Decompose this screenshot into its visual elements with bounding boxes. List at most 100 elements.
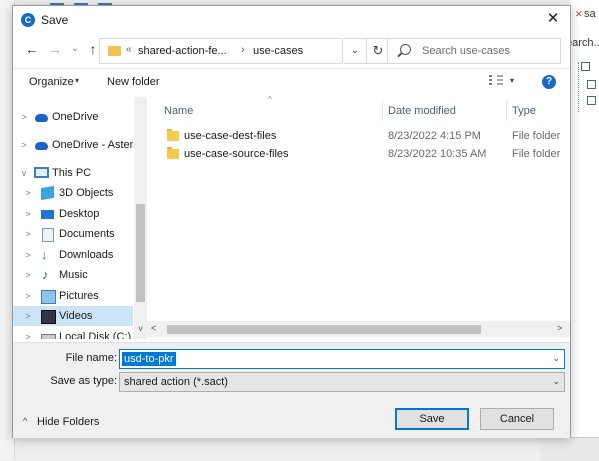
expand-chevron-icon[interactable]: > — [23, 245, 33, 265]
sidebar-item-label: Music — [59, 269, 88, 281]
forward-arrow-icon[interactable]: → — [46, 40, 64, 58]
view-options-icon[interactable] — [489, 75, 503, 87]
sidebar-item-videos[interactable]: > Videos — [13, 306, 133, 326]
chevron-up-icon: ^ — [23, 416, 28, 426]
expand-chevron-icon[interactable]: > — [19, 107, 29, 127]
cloud-icon — [35, 142, 48, 150]
sidebar-item-music[interactable]: > ♪ Music — [13, 265, 133, 285]
sidebar-item-label: Videos — [59, 310, 93, 322]
organize-button[interactable]: Organize — [29, 76, 74, 88]
expand-chevron-icon[interactable]: > — [23, 265, 33, 285]
search-box[interactable]: Search use-cases — [387, 38, 561, 64]
scroll-left-arrow-icon[interactable]: < — [151, 323, 156, 333]
sidebar-item-label: Downloads — [59, 249, 114, 261]
file-name-field[interactable]: usd-to-pkr ⌄ — [119, 349, 565, 369]
hide-folders-label: Hide Folders — [37, 416, 100, 428]
expand-chevron-icon[interactable]: > — [23, 204, 33, 224]
column-header-date[interactable]: Date modified — [388, 105, 456, 117]
download-arrow-icon: ↓ — [41, 247, 48, 262]
scroll-right-arrow-icon[interactable]: > — [557, 323, 562, 333]
navigation-scrollbar[interactable] — [134, 97, 147, 339]
back-arrow-icon[interactable]: ← — [23, 40, 41, 58]
title-bar: C Save ✕ — [13, 6, 570, 34]
new-folder-button[interactable]: New folder — [107, 76, 160, 88]
column-header-type[interactable]: Type — [512, 105, 536, 117]
scrollbar-thumb[interactable] — [136, 204, 145, 302]
folder-icon — [167, 147, 179, 159]
background-close-icon: ✕ — [575, 9, 583, 19]
save-button[interactable]: Save — [395, 408, 469, 430]
save-form: File name: usd-to-pkr ⌄ Save as type: sh… — [13, 342, 570, 438]
sidebar-item-documents[interactable]: > Documents — [13, 224, 133, 244]
background-tree — [578, 62, 597, 112]
video-icon — [41, 310, 56, 324]
expand-chevron-icon[interactable]: > — [23, 183, 33, 203]
file-name[interactable]: use-case-source-files — [184, 145, 289, 163]
file-name-label: File name: — [65, 352, 117, 364]
sidebar-item-onedrive-astera[interactable]: > OneDrive - Astera — [13, 135, 139, 155]
pictures-icon — [41, 290, 56, 304]
scroll-down-arrow-icon[interactable]: v — [134, 321, 147, 337]
address-bar[interactable]: « shared-action-fe... › use-cases — [99, 38, 343, 64]
column-header-name[interactable]: Name — [164, 105, 193, 117]
background-panel — [540, 437, 599, 461]
sidebar-item-local-disk[interactable]: > Local Disk (C:) — [13, 327, 133, 339]
file-date: 8/23/2022 10:35 AM — [388, 148, 487, 160]
recent-locations-chevron-icon[interactable]: ⌄ — [66, 40, 84, 58]
expand-chevron-icon[interactable]: > — [23, 327, 33, 339]
file-date: 8/23/2022 4:15 PM — [388, 130, 481, 142]
cube-icon — [41, 185, 54, 201]
sidebar-item-label: Documents — [59, 228, 115, 240]
sidebar-item-pictures[interactable]: > Pictures — [13, 286, 133, 306]
file-list: ^ Name Date modified Type use-case-dest-… — [154, 95, 570, 337]
overflow-chevron-icon[interactable]: « — [126, 44, 132, 55]
sidebar-item-label: Local Disk (C:) — [59, 331, 132, 339]
breadcrumb-segment[interactable]: use-cases — [253, 45, 303, 57]
scrollbar-thumb[interactable] — [167, 325, 481, 334]
save-dialog: C Save ✕ ← → ⌄ ↑ « shared-action-fe... ›… — [12, 5, 571, 438]
document-icon — [42, 228, 54, 242]
file-name-dropdown-icon[interactable]: ⌄ — [552, 353, 560, 364]
background-label-top: sa — [584, 8, 596, 20]
sidebar-item-this-pc[interactable]: v This PC — [13, 163, 133, 183]
help-icon[interactable]: ? — [542, 75, 556, 89]
close-button[interactable]: ✕ — [543, 9, 563, 29]
expand-chevron-icon[interactable]: > — [23, 286, 33, 306]
view-caret-icon[interactable]: ▾ — [510, 76, 514, 85]
file-name-value[interactable]: usd-to-pkr — [122, 352, 176, 366]
breadcrumb-segment[interactable]: shared-action-fe... — [138, 45, 227, 57]
sidebar-item-downloads[interactable]: > ↓ Downloads — [13, 245, 133, 265]
sidebar-item-onedrive[interactable]: > OneDrive — [13, 107, 133, 127]
disk-drive-icon — [41, 334, 56, 339]
sidebar-item-desktop[interactable]: > Desktop — [13, 204, 133, 224]
expand-chevron-icon[interactable]: > — [19, 135, 29, 155]
search-input[interactable]: Search use-cases — [422, 45, 510, 57]
breadcrumb-separator-icon[interactable]: › — [241, 44, 245, 56]
file-name[interactable]: use-case-dest-files — [184, 127, 276, 145]
navigation-pane: > OneDrive > OneDrive - Astera v This PC… — [13, 97, 147, 339]
music-note-icon: ♪ — [42, 267, 49, 282]
sidebar-item-label: Desktop — [59, 208, 100, 220]
sidebar-item-label: Pictures — [59, 290, 99, 302]
sidebar-item-label: 3D Objects — [59, 187, 114, 199]
horizontal-scrollbar[interactable]: < > — [147, 321, 570, 337]
cloud-icon — [35, 114, 48, 122]
table-row[interactable]: use-case-dest-files 8/23/2022 4:15 PM Fi… — [154, 127, 570, 145]
sidebar-item-label: OneDrive - Astera — [52, 139, 140, 151]
cancel-button[interactable]: Cancel — [480, 408, 554, 430]
save-type-label: Save as type: — [50, 375, 117, 387]
sidebar-item-3d-objects[interactable]: > 3D Objects — [13, 183, 133, 203]
expand-chevron-icon[interactable]: > — [23, 306, 33, 326]
folder-icon — [167, 129, 179, 141]
collapse-chevron-icon[interactable]: v — [19, 163, 29, 183]
address-dropdown-icon[interactable]: ⌄ — [344, 38, 367, 64]
command-bar: Organize ▾ New folder ▾ ? — [13, 68, 570, 97]
table-row[interactable]: use-case-source-files 8/23/2022 10:35 AM… — [154, 145, 570, 163]
save-type-select[interactable]: shared action (*.sact) ⌄ — [119, 372, 565, 392]
column-divider[interactable] — [506, 101, 507, 121]
expand-chevron-icon[interactable]: > — [23, 224, 33, 244]
organize-caret-icon[interactable]: ▾ — [75, 76, 79, 85]
save-type-dropdown-icon[interactable]: ⌄ — [552, 376, 560, 387]
column-divider[interactable] — [382, 101, 383, 121]
app-icon: C — [21, 13, 35, 27]
